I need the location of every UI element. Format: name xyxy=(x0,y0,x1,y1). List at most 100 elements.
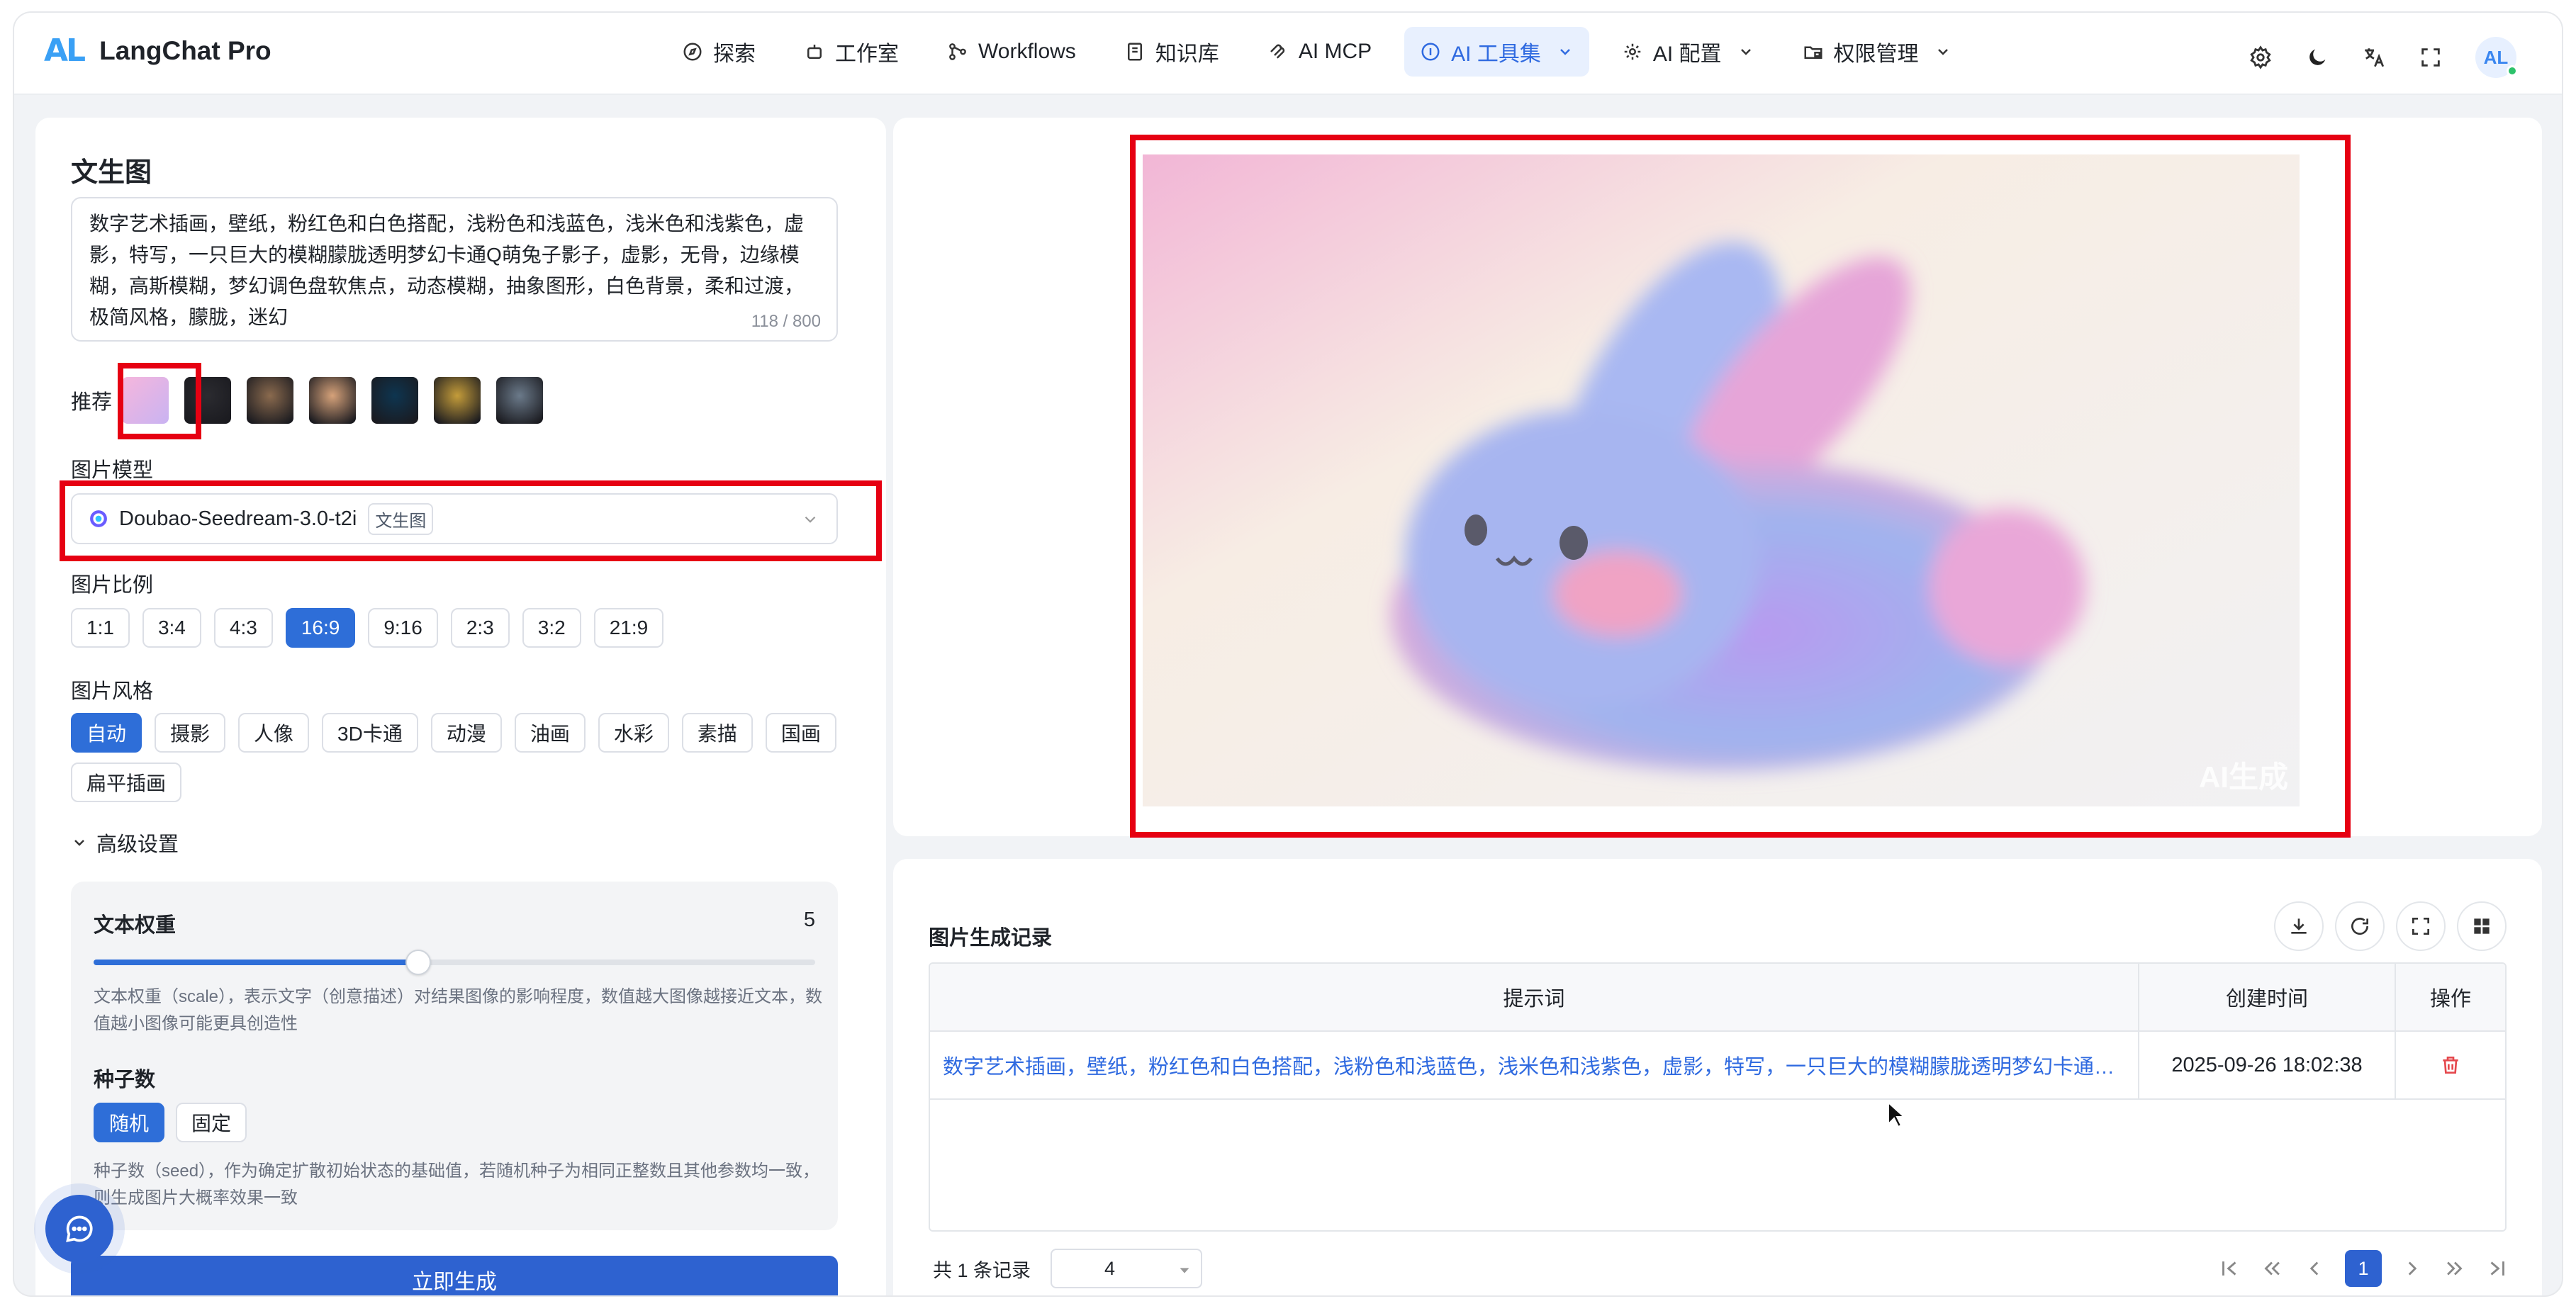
nav-label: AI 配置 xyxy=(1652,43,1722,66)
style-option[interactable]: 摄影 xyxy=(155,713,226,753)
prompt-textarea[interactable]: 数字艺术插画，壁纸，粉红色和白色搭配，浅粉色和浅蓝色，浅米色和浅紫色，虚影，特写… xyxy=(71,197,838,342)
refresh-icon xyxy=(2351,918,2369,935)
page-number-current[interactable]: 1 xyxy=(2345,1250,2382,1287)
mcp-icon xyxy=(1270,44,1284,59)
ratio-option[interactable]: 2:3 xyxy=(450,608,510,648)
prev-group-icon[interactable] xyxy=(2260,1256,2284,1281)
folder-lock-icon xyxy=(1804,46,1822,59)
style-option[interactable]: 自动 xyxy=(71,713,142,753)
nav-ai-tools[interactable]: AI 工具集 xyxy=(1404,27,1589,77)
nav-studio[interactable]: 工作室 xyxy=(788,27,914,77)
refresh-button[interactable] xyxy=(2335,901,2385,951)
recommend-thumbnail[interactable] xyxy=(434,377,481,424)
chat-button[interactable] xyxy=(45,1195,113,1263)
download-button[interactable] xyxy=(2274,901,2324,951)
recommend-thumbnail[interactable] xyxy=(371,377,419,424)
online-status-dot xyxy=(2507,65,2518,77)
nav-label: AI MCP xyxy=(1298,40,1372,63)
advanced-settings-toggle[interactable]: 高级设置 xyxy=(71,828,179,857)
seed-option[interactable]: 随机 xyxy=(94,1103,165,1142)
pagination-info: 共 1 条记录 4 xyxy=(933,1249,1203,1288)
style-option[interactable]: 人像 xyxy=(238,713,310,753)
text-weight-description: 文本权重（scale），表示文字（创意描述）对结果图像的影响程度，数值越大图像越… xyxy=(94,987,823,1033)
nav-label: 探索 xyxy=(713,43,756,66)
app-logo[interactable]: AL LangChat Pro xyxy=(44,33,271,69)
column-actions: 操作 xyxy=(2429,988,2471,1011)
chevron-down-icon xyxy=(1937,49,1948,55)
settings-icon[interactable] xyxy=(2249,45,2273,69)
fullscreen-icon[interactable] xyxy=(2419,45,2443,69)
nav-ai-config[interactable]: AI 配置 xyxy=(1606,27,1770,77)
style-option[interactable]: 水彩 xyxy=(598,713,669,753)
nav-mcp[interactable]: AI MCP xyxy=(1252,27,1387,77)
pagination: 1 xyxy=(2217,1250,2509,1287)
ratio-option[interactable]: 3:2 xyxy=(522,608,581,648)
header-actions: AL xyxy=(2249,37,2518,78)
style-option[interactable]: 扁平插画 xyxy=(71,763,182,802)
recommend-thumbnail[interactable] xyxy=(309,377,357,424)
style-option[interactable]: 3D卡通 xyxy=(322,713,418,753)
main-nav: 探索 工作室 Workflows 知识库 AI MCP AI 工具集 AI 配置… xyxy=(666,27,1967,77)
ratio-option[interactable]: 4:3 xyxy=(213,608,273,648)
total-records: 共 1 条记录 xyxy=(933,1259,1031,1281)
model-label: 图片模型 xyxy=(71,459,154,482)
grid-view-button[interactable] xyxy=(2457,901,2507,951)
avatar[interactable]: AL xyxy=(2475,37,2518,78)
style-label: 图片风格 xyxy=(71,680,154,703)
ratio-label: 图片比例 xyxy=(71,574,154,597)
text-weight-label: 文本权重 xyxy=(94,914,177,937)
fullscreen-button[interactable] xyxy=(2396,901,2446,951)
next-group-icon[interactable] xyxy=(2443,1256,2467,1281)
history-card: 图片生成记录 提示词 创建时间 操作 数字艺术插画，壁纸，粉红色和白色搭配，浅粉… xyxy=(893,859,2542,1295)
advanced-settings-panel: 文本权重 5 文本权重（scale），表示文字（创意描述）对结果图像的影响程度，… xyxy=(71,882,838,1230)
style-option[interactable]: 油画 xyxy=(514,713,586,753)
avatar-text: AL xyxy=(2483,46,2509,68)
column-created-time: 创建时间 xyxy=(2139,964,2396,1030)
next-page-icon[interactable] xyxy=(2400,1256,2424,1281)
row-created-time: 2025-09-26 18:02:38 xyxy=(2139,1032,2396,1098)
recommend-thumbnail[interactable] xyxy=(496,377,544,424)
table-row[interactable]: 数字艺术插画，壁纸，粉红色和白色搭配，浅粉色和浅蓝色，浅米色和浅紫色，虚影，特写… xyxy=(930,1032,2505,1100)
chevron-down-icon xyxy=(1740,49,1751,55)
seed-label: 种子数 xyxy=(94,1069,156,1091)
nav-label: 知识库 xyxy=(1155,43,1219,66)
style-option[interactable]: 动漫 xyxy=(430,713,502,753)
ratio-option[interactable]: 9:16 xyxy=(368,608,438,648)
seed-option[interactable]: 固定 xyxy=(176,1103,247,1142)
text-weight-slider[interactable] xyxy=(94,950,815,975)
ratio-option[interactable]: 3:4 xyxy=(142,608,201,648)
chevron-down-icon xyxy=(1559,49,1570,55)
nav-permissions[interactable]: 权限管理 xyxy=(1787,27,1967,77)
robot-icon xyxy=(807,45,822,59)
caret-down-icon xyxy=(1180,1268,1189,1273)
moon-icon[interactable] xyxy=(2305,45,2329,69)
prev-page-icon[interactable] xyxy=(2302,1256,2326,1281)
last-page-icon[interactable] xyxy=(2485,1256,2509,1281)
ratio-option[interactable]: 16:9 xyxy=(285,608,356,648)
style-option[interactable]: 国画 xyxy=(765,713,836,753)
generate-button[interactable]: 立即生成 xyxy=(71,1256,838,1295)
compass-icon xyxy=(683,43,702,61)
top-navigation-bar: AL LangChat Pro 探索 工作室 Workflows 知识库 AI … xyxy=(14,13,2562,95)
nav-label: Workflows xyxy=(978,40,1076,63)
ratio-option[interactable]: 1:1 xyxy=(71,608,130,648)
row-prompt-link[interactable]: 数字艺术插画，壁纸，粉红色和白色搭配，浅粉色和浅蓝色，浅米色和浅紫色，虚影，特写… xyxy=(930,1032,2139,1098)
advanced-label: 高级设置 xyxy=(96,833,179,856)
text-weight-value: 5 xyxy=(803,908,815,931)
first-page-icon[interactable] xyxy=(2217,1256,2241,1281)
page-size-select[interactable]: 4 xyxy=(1051,1249,1203,1288)
slider-handle[interactable] xyxy=(405,950,432,975)
nav-knowledge[interactable]: 知识库 xyxy=(1109,27,1235,77)
nav-label: 工作室 xyxy=(835,43,899,66)
recommend-thumbnail[interactable] xyxy=(247,377,294,424)
style-option[interactable]: 素描 xyxy=(681,713,753,753)
logo-mark: AL xyxy=(44,33,86,69)
trash-icon[interactable] xyxy=(2439,1054,2462,1076)
recommend-label: 推荐 xyxy=(71,391,113,414)
highlight-box-thumbnail xyxy=(118,363,201,439)
nav-label: 权限管理 xyxy=(1833,43,1919,66)
nav-explore[interactable]: 探索 xyxy=(666,27,771,77)
ratio-option[interactable]: 21:9 xyxy=(593,608,664,648)
nav-workflows[interactable]: Workflows xyxy=(931,27,1092,77)
translate-icon[interactable] xyxy=(2362,45,2386,69)
